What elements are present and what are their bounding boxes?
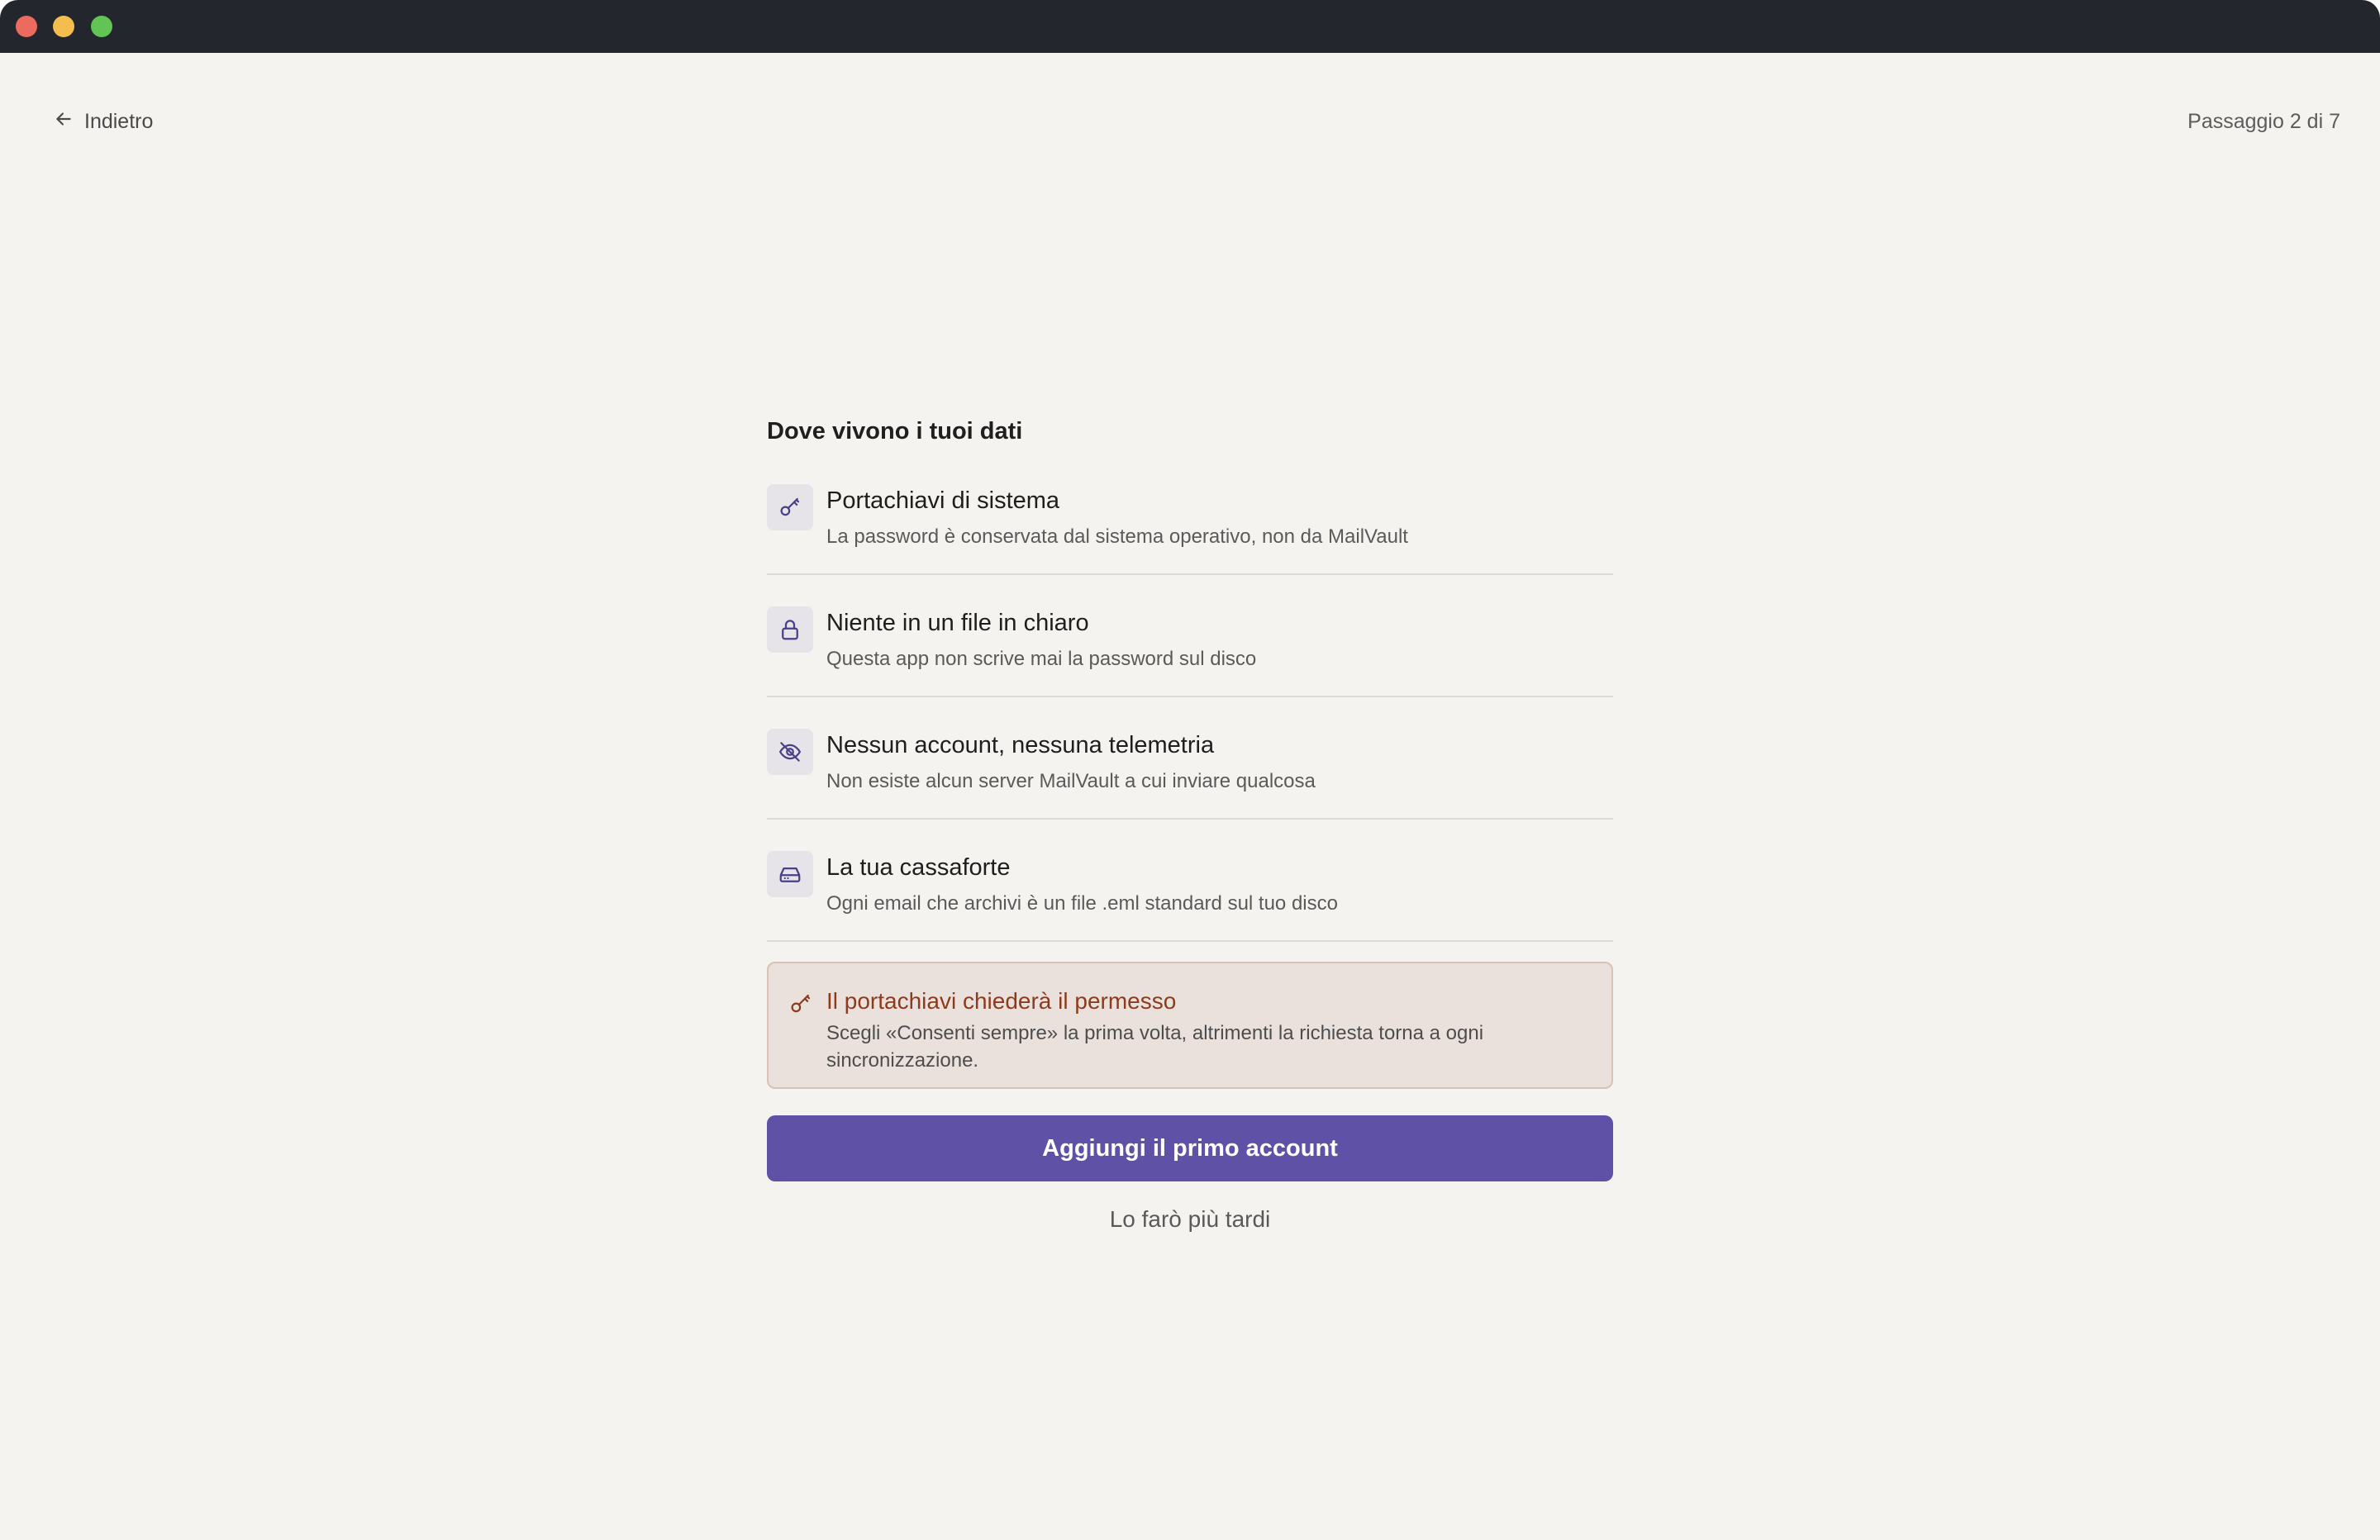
maximize-window-button[interactable] [91,16,112,37]
feature-description: Questa app non scrive mai la password su… [826,648,1257,670]
feature-item-keychain: Portachiavi di sistema La password è con… [767,484,1613,575]
key-icon [767,484,813,530]
back-label: Indietro [84,109,154,133]
feature-title: Niente in un file in chiaro [826,610,1089,636]
feature-title: La tua cassaforte [826,854,1011,881]
feature-item-vault: La tua cassaforte Ogni email che archivi… [767,851,1613,942]
skip-for-now-link[interactable]: Lo farò più tardi [767,1206,1613,1233]
feature-description: Non esiste alcun server MailVault a cui … [826,770,1316,792]
notice-text: Scegli «Consenti sempre» la prima volta,… [826,1022,1484,1072]
notice-title: Il portachiavi chiederà il permesso [826,988,1177,1014]
onboarding-content: Dove vivono i tuoi dati Portachiavi di s… [767,413,1613,1233]
feature-description: La password è conservata dal sistema ope… [826,525,1408,548]
feature-title: Portachiavi di sistema [826,487,1060,514]
feature-title: Nessun account, nessuna telemetria [826,732,1215,758]
eye-off-icon [767,729,813,775]
close-window-button[interactable] [16,16,37,37]
hard-drive-icon [767,851,813,897]
feature-list: Portachiavi di sistema La password è con… [767,484,1613,942]
app-window: Indietro Passaggio 2 di 7 Dove vivono i … [0,0,2380,1540]
key-icon [788,991,813,1016]
arrow-left-icon [53,108,74,135]
add-first-account-button[interactable]: Aggiungi il primo account [767,1115,1613,1181]
section-title: Dove vivono i tuoi dati [767,418,1023,444]
feature-item-no-telemetry: Nessun account, nessuna telemetria Non e… [767,729,1613,820]
title-bar [0,0,2380,53]
lock-icon [767,606,813,653]
feature-item-no-plaintext: Niente in un file in chiaro Questa app n… [767,606,1613,697]
feature-description: Ogni email che archivi è un file .eml st… [826,892,1338,915]
back-button[interactable]: Indietro [53,107,153,135]
minimize-window-button[interactable] [53,16,74,37]
step-indicator: Passaggio 2 di 7 [2187,110,2340,133]
keychain-permission-notice: Il portachiavi chiederà il permesso Sceg… [767,962,1613,1089]
